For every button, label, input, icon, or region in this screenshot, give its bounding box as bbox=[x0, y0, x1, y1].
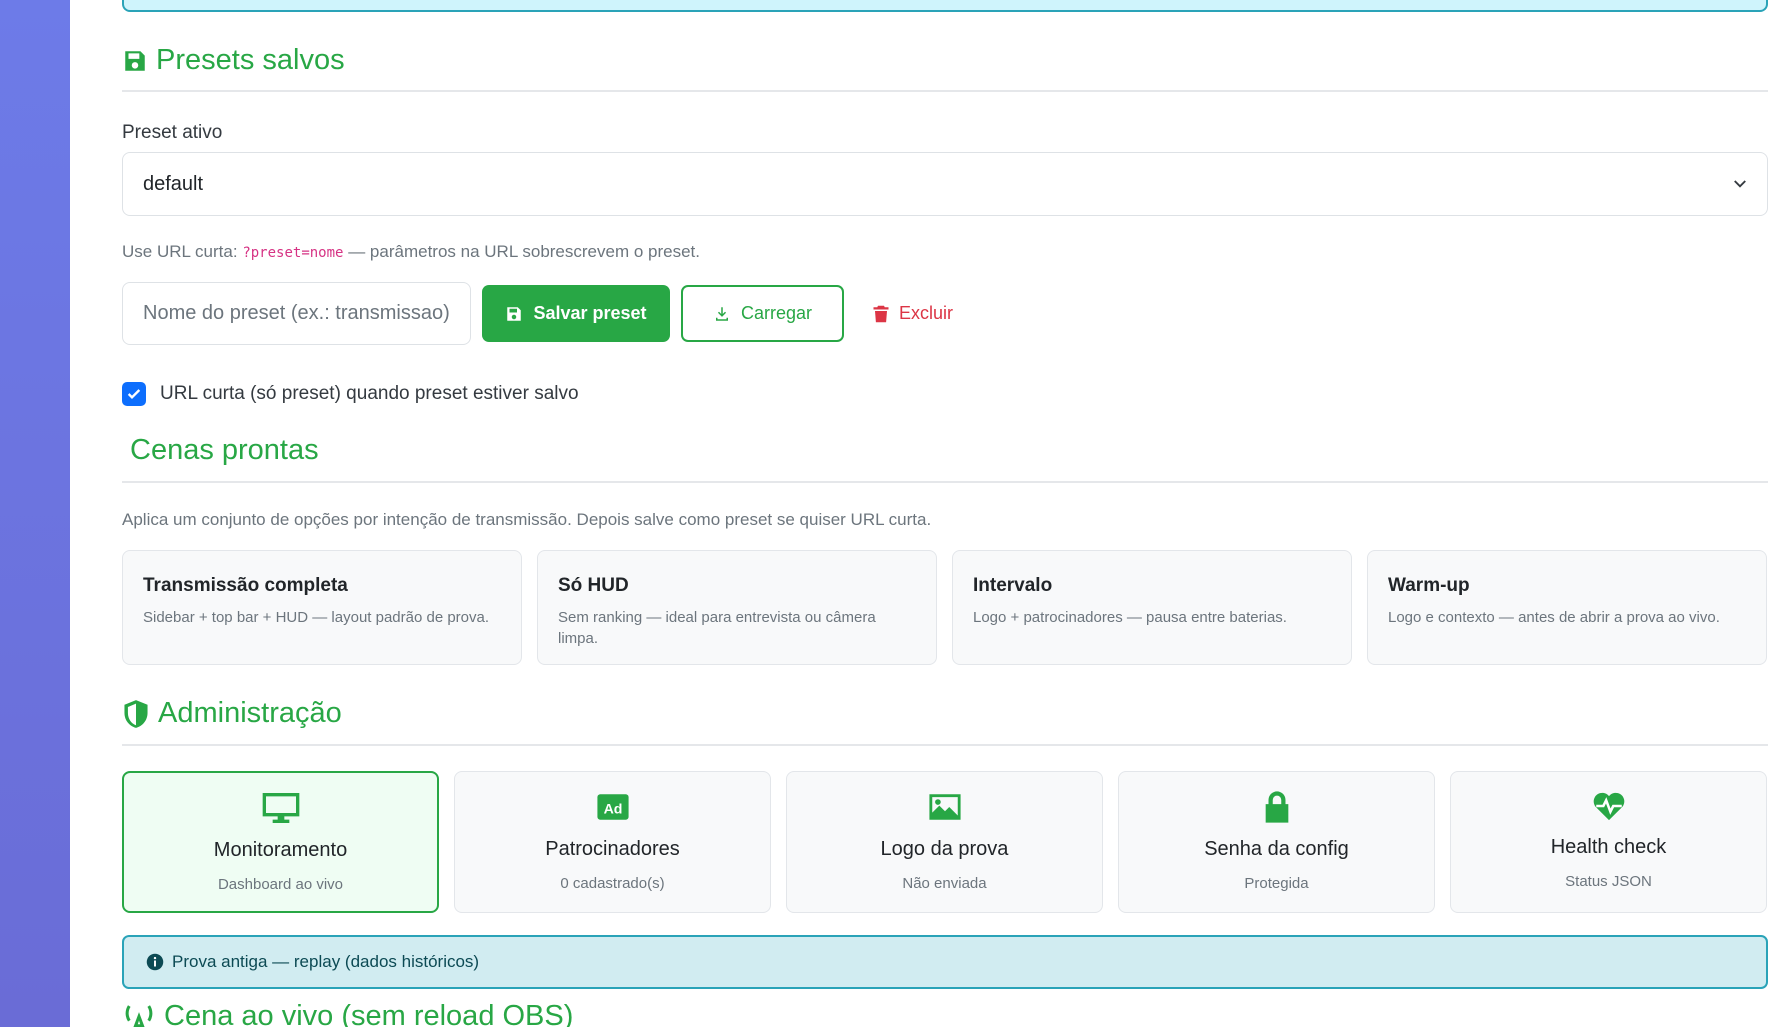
preset-url-code: ?preset=nome bbox=[242, 245, 344, 261]
scenes-title-text: Cenas prontas bbox=[130, 434, 319, 466]
admin-card-health-check[interactable]: Health check Status JSON bbox=[1450, 771, 1767, 913]
short-url-checkbox[interactable] bbox=[122, 382, 146, 406]
admin-card-patrocinadores[interactable]: Ad Patrocinadores 0 cadastrado(s) bbox=[454, 771, 771, 913]
replay-info-alert: Prova antiga — replay (dados históricos) bbox=[122, 935, 1768, 989]
live-scene-section-title: Cena ao vivo (sem reload OBS) bbox=[122, 1000, 573, 1027]
ad-icon: Ad bbox=[596, 794, 629, 820]
scene-card-transmissao-completa[interactable]: Transmissão completa Sidebar + top bar +… bbox=[122, 550, 522, 665]
load-preset-button[interactable]: Carregar bbox=[681, 285, 844, 342]
chevron-down-icon bbox=[1734, 180, 1746, 188]
lock-icon bbox=[1265, 791, 1288, 823]
preset-name-input[interactable] bbox=[122, 282, 471, 345]
scene-card-so-hud[interactable]: Só HUD Sem ranking — ideal para entrevis… bbox=[537, 550, 937, 665]
admin-card-senha-da-config[interactable]: Senha da config Protegida bbox=[1118, 771, 1435, 913]
check-icon bbox=[127, 389, 141, 399]
scene-card-intervalo[interactable]: Intervalo Logo + patrocinadores — pausa … bbox=[952, 550, 1352, 665]
short-url-option[interactable]: URL curta (só preset) quando preset esti… bbox=[122, 382, 579, 406]
monitor-icon bbox=[262, 793, 299, 823]
preset-active-label: Preset ativo bbox=[122, 122, 223, 143]
heartbeat-icon bbox=[1593, 792, 1624, 821]
divider bbox=[122, 481, 1768, 483]
presets-title-text: Presets salvos bbox=[156, 44, 345, 76]
scene-card-warm-up[interactable]: Warm-up Logo e contexto — antes de abrir… bbox=[1367, 550, 1767, 665]
divider bbox=[122, 90, 1768, 92]
config-content: Presets salvos Preset ativo default Use … bbox=[122, 0, 1768, 1027]
presets-section-title: Presets salvos bbox=[122, 44, 345, 77]
save-preset-button[interactable]: Salvar preset bbox=[482, 285, 670, 342]
admin-card-monitoramento[interactable]: Monitoramento Dashboard ao vivo bbox=[122, 771, 439, 913]
save-icon bbox=[507, 306, 522, 321]
info-icon bbox=[146, 953, 164, 971]
svg-text:Ad: Ad bbox=[603, 801, 622, 817]
broadcast-icon bbox=[125, 1004, 153, 1027]
divider bbox=[122, 744, 1768, 746]
scenes-description: Aplica um conjunto de opções por intençã… bbox=[122, 510, 932, 529]
preset-select[interactable]: default bbox=[122, 152, 1768, 216]
replay-info-text: Prova antiga — replay (dados históricos) bbox=[172, 952, 480, 971]
left-gradient-sidebar bbox=[0, 0, 70, 1027]
live-scene-title-text: Cena ao vivo (sem reload OBS) bbox=[164, 1000, 574, 1027]
short-url-label: URL curta (só preset) quando preset esti… bbox=[160, 383, 579, 404]
top-alert-edge bbox=[122, 0, 1768, 12]
delete-preset-button[interactable]: Excluir bbox=[857, 285, 969, 342]
preset-help-text: Use URL curta: ?preset=nome — parâmetros… bbox=[122, 242, 700, 261]
download-icon bbox=[715, 306, 728, 321]
admin-title-text: Administração bbox=[158, 697, 342, 729]
shield-icon bbox=[124, 699, 148, 728]
preset-select-value: default bbox=[143, 172, 204, 195]
admin-card-logo-da-prova[interactable]: Logo da prova Não enviada bbox=[786, 771, 1103, 913]
image-icon bbox=[928, 794, 961, 820]
scenes-section-title: Cenas prontas bbox=[130, 434, 319, 467]
save-icon bbox=[125, 50, 145, 71]
admin-section-title: Administração bbox=[122, 697, 342, 730]
trash-icon bbox=[873, 305, 889, 322]
